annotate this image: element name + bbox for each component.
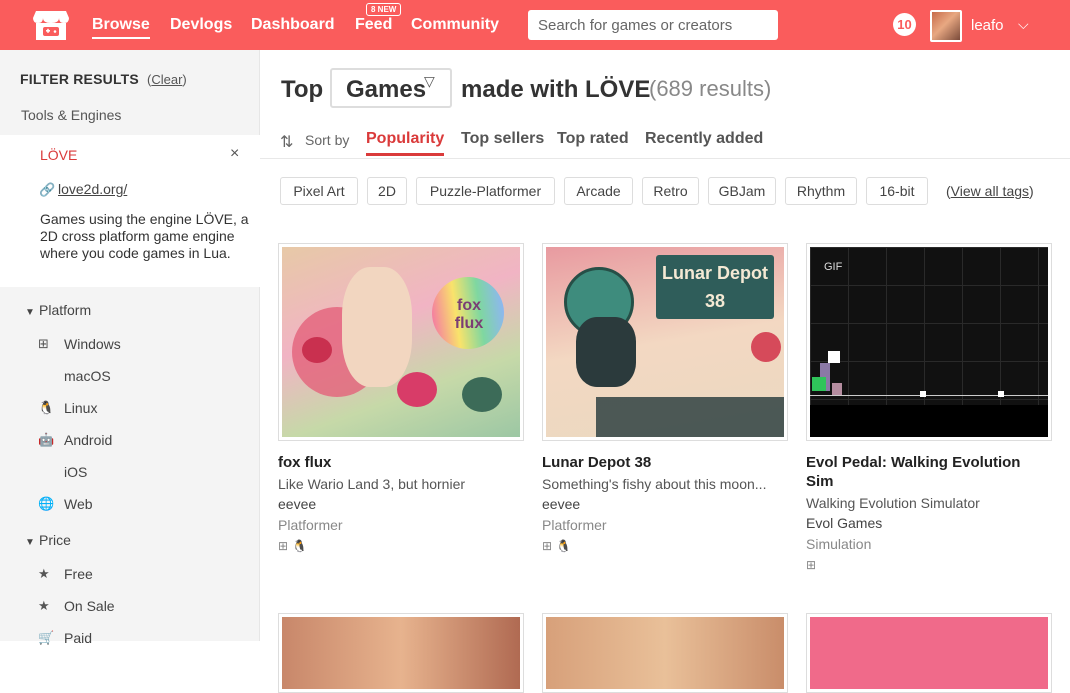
game-card[interactable]: GIF Evol Pedal: Walking Evolution Sim Wa… [806,243,1052,572]
game-author[interactable]: Evol Games [806,515,1052,531]
price-filter-free[interactable]: ★ Free [38,566,93,582]
user-menu-chevron-icon[interactable]: ⌵ [1018,16,1029,33]
filter-sidebar: FILTER RESULTS (Clear) Tools & Engines L… [0,50,260,646]
game-subtitle: Like Wario Land 3, but hornier [278,476,466,492]
platform-filter-linux[interactable]: 🐧 Linux [38,400,97,416]
game-genre: Platformer [542,517,607,533]
nav-dashboard[interactable]: Dashboard [251,16,335,34]
linux-icon: 🐧 [556,539,576,553]
game-thumbnail[interactable]: Lunar Depot 38 [542,243,788,441]
username-label[interactable]: leafo [971,17,1004,34]
top-header: Browse Devlogs Dashboard Feed Community … [0,0,1070,50]
game-genre: Platformer [278,517,343,533]
game-genre: Simulation [806,536,872,552]
collapse-triangle-icon: ▼ [25,307,35,318]
tag-puzzle-platformer[interactable]: Puzzle-Platformer [416,177,555,205]
windows-icon: ⊞ [278,539,293,553]
tab-popularity[interactable]: Popularity [366,130,445,156]
itchio-logo-icon[interactable] [32,9,70,43]
platform-filter-ios[interactable]: iOS [38,464,87,480]
tag-gbjam[interactable]: GBJam [708,177,776,205]
tag-retro[interactable]: Retro [642,177,699,205]
platform-filter-windows[interactable]: ⊞ Windows [38,336,121,352]
game-title[interactable]: Evol Pedal: Walking Evolution Sim [806,453,1046,491]
star-icon: ★ [38,566,50,581]
sort-divider [260,158,1070,159]
view-all-tags-link[interactable]: (View all tags) [946,183,1034,199]
price-section-toggle[interactable]: ▼ Price [25,532,71,548]
star-icon: ★ [38,598,50,613]
tab-recently-added[interactable]: Recently added [645,130,763,148]
tools-engines-section-label: Tools & Engines [21,107,122,123]
game-thumbnail[interactable]: fox flux [278,243,524,441]
browse-main: Top Games ▽ made with LÖVE (689 results)… [260,50,1070,693]
platform-icons: ⊞ [806,558,1052,572]
page-title-rest: made with LÖVE [461,76,651,103]
platform-filter-web[interactable]: 🌐 Web [38,496,93,512]
page-title-top: Top [281,76,324,103]
windows-icon: ⊞ [38,336,49,351]
filter-results-heading: FILTER RESULTS [20,71,139,87]
classification-dropdown[interactable]: Games ▽ [330,68,452,108]
platform-section-toggle[interactable]: ▼ Platform [25,302,91,318]
nav-browse[interactable]: Browse [92,16,150,39]
nav-feed[interactable]: Feed [355,16,392,34]
feed-new-badge: 8 NEW [366,3,402,16]
search-input[interactable] [528,10,778,40]
platform-filter-macos[interactable]: macOS [38,368,111,384]
notification-count-badge[interactable]: 10 [893,13,916,36]
engine-description: Games using the engine LÖVE, a 2D cross … [40,211,249,261]
link-icon: 🔗 [39,182,56,197]
tag-pixel-art[interactable]: Pixel Art [280,177,358,205]
game-author[interactable]: eevee [278,496,524,512]
user-avatar[interactable] [930,10,962,42]
collapse-triangle-icon: ▼ [25,537,35,548]
linux-icon: 🐧 [38,400,55,415]
clear-filters-link[interactable]: (Clear) [147,72,187,87]
android-icon: 🤖 [38,432,55,447]
platform-icons: ⊞🐧 [542,539,788,553]
remove-engine-filter-close-icon[interactable]: × [230,145,239,163]
result-count: (689 results) [649,76,772,101]
selected-engine-box: LÖVE × 🔗 love2d.org/ Games using the eng… [0,135,260,287]
game-subtitle: Something's fishy about this moon... [542,476,767,492]
chevron-down-icon: ▽ [424,73,435,89]
windows-icon: ⊞ [542,539,557,553]
linux-icon: 🐧 [292,539,312,553]
platform-filter-android[interactable]: 🤖 Android [38,432,112,448]
tag-arcade[interactable]: Arcade [564,177,633,205]
game-thumbnail[interactable]: GIF [806,243,1052,441]
gif-badge: GIF [824,261,843,273]
game-author[interactable]: eevee [542,496,788,512]
price-filter-paid[interactable]: 🛒 Paid [38,630,92,646]
price-filter-on-sale[interactable]: ★ On Sale [38,598,115,614]
nav-devlogs[interactable]: Devlogs [170,16,232,34]
game-subtitle: Walking Evolution Simulator [806,495,980,511]
game-thumbnail-partial[interactable] [542,613,788,693]
game-thumbnail-partial[interactable] [806,613,1052,693]
game-title[interactable]: Lunar Depot 38 [542,453,782,472]
globe-icon: 🌐 [38,496,55,511]
game-thumbnail-partial[interactable] [278,613,524,693]
tab-top-rated[interactable]: Top rated [557,130,629,148]
tag-2d[interactable]: 2D [367,177,407,205]
tab-top-sellers[interactable]: Top sellers [461,130,544,148]
tag-rhythm[interactable]: Rhythm [785,177,857,205]
windows-icon: ⊞ [806,558,821,572]
cover-art-text: fox flux [454,297,484,332]
platform-icons: ⊞🐧 [278,539,524,553]
nav-community[interactable]: Community [411,16,499,34]
tag-16-bit[interactable]: 16-bit [866,177,928,205]
game-card[interactable]: fox flux fox flux Like Wario Land 3, but… [278,243,524,553]
cart-icon: 🛒 [38,630,55,645]
game-title[interactable]: fox flux [278,453,518,472]
cover-art-text: Lunar Depot 38 [662,263,768,311]
sort-icon: ⇅ [280,134,294,151]
selected-engine-name: LÖVE [40,147,78,163]
engine-website-link[interactable]: love2d.org/ [58,181,127,197]
sort-by-label: Sort by [305,132,350,148]
game-card[interactable]: Lunar Depot 38 Lunar Depot 38 Something'… [542,243,788,553]
